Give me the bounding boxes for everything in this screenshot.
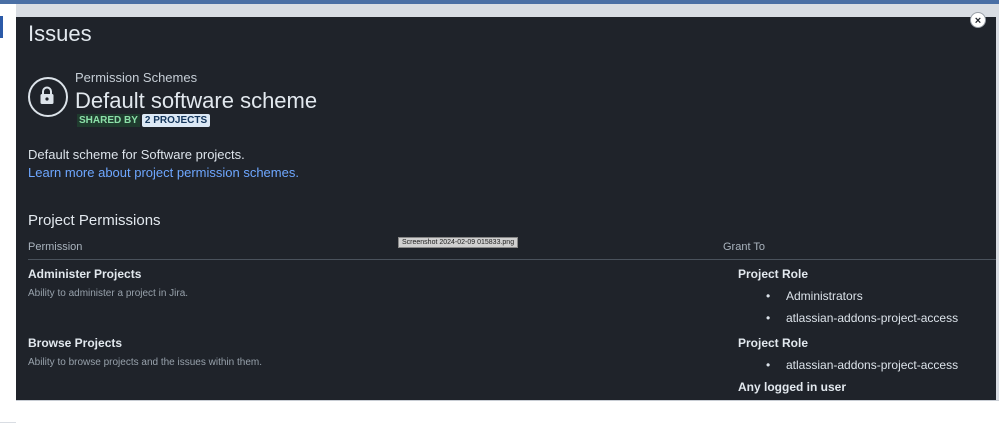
lock-icon bbox=[28, 77, 68, 117]
column-header-grant-to: Grant To bbox=[723, 241, 765, 253]
breadcrumb-permission-schemes[interactable]: Permission Schemes bbox=[75, 70, 197, 85]
grant-item-label: atlassian-addons-project-access bbox=[786, 311, 959, 325]
column-header-permission: Permission bbox=[28, 241, 83, 253]
scheme-description: Default scheme for Software projects. bbox=[28, 147, 245, 162]
close-icon[interactable]: × bbox=[970, 12, 986, 28]
permission-description: Ability to browse projects and the issue… bbox=[28, 357, 262, 368]
grant-role: Project Role bbox=[738, 336, 809, 350]
grant-item: • atlassian-addons-project-access bbox=[766, 358, 958, 372]
section-title: Project Permissions bbox=[28, 212, 161, 229]
scheme-name: Default software scheme bbox=[75, 88, 318, 113]
permission-description: Ability to administer a project in Jira. bbox=[28, 288, 189, 299]
shared-by-badge: SHARED BY 2 PROJECTS bbox=[77, 114, 211, 127]
bullet-icon: • bbox=[766, 311, 771, 325]
projects-link[interactable]: 2 PROJECTS bbox=[141, 114, 211, 127]
grant-role: Project Role bbox=[738, 267, 809, 281]
bottom-background-strip bbox=[16, 400, 999, 423]
grant-item-label: atlassian-addons-project-access bbox=[786, 358, 959, 372]
table-header-divider bbox=[28, 259, 996, 260]
left-background-strip bbox=[0, 4, 16, 422]
grant-item-label: Administrators bbox=[786, 289, 863, 303]
grant-item: • atlassian-addons-project-access bbox=[766, 311, 958, 325]
screenshot-tooltip: Screenshot 2024-02-09 015833.png bbox=[398, 237, 519, 248]
shared-by-label: SHARED BY bbox=[77, 114, 140, 127]
top-bar bbox=[0, 0, 999, 4]
grant-item: • Administrators bbox=[766, 289, 863, 303]
bullet-icon: • bbox=[766, 358, 771, 372]
permission-name: Browse Projects bbox=[28, 336, 123, 350]
permission-scheme-panel: Issues Permission Schemes Default softwa… bbox=[16, 17, 996, 400]
learn-more-link[interactable]: Learn more about project permission sche… bbox=[28, 165, 299, 180]
permission-name: Administer Projects bbox=[28, 267, 142, 281]
grant-extra: Any logged in user bbox=[738, 380, 847, 394]
page-title: Issues bbox=[28, 21, 92, 46]
bullet-icon: • bbox=[766, 289, 771, 303]
left-accent bbox=[0, 16, 3, 38]
